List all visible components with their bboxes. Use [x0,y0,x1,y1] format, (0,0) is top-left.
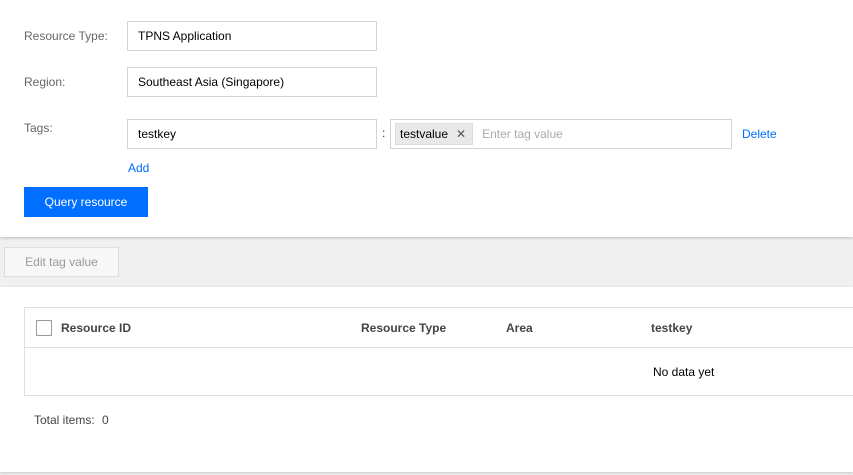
column-resource-id[interactable]: Resource ID [61,321,131,335]
region-label: Region: [24,75,66,89]
tag-key-field[interactable]: testkey [127,119,377,149]
tag-value-chip-label: testvalue [400,127,449,141]
total-items: Total items: 0 [34,413,109,427]
add-tag-link[interactable]: Add [128,161,149,175]
tag-value-chip: testvalue ✕ [395,123,474,145]
tags-label: Tags: [24,121,53,135]
query-panel: Resource Type: TPNS Application Region: … [0,0,853,237]
column-resource-type[interactable]: Resource Type [361,321,446,335]
delete-tag-link[interactable]: Delete [742,127,777,141]
results-panel: Resource ID Resource Type Area testkey N… [0,287,853,472]
tag-value-placeholder[interactable]: Enter tag value [482,127,563,141]
table-header: Resource ID Resource Type Area testkey [25,308,853,348]
resource-type-field[interactable]: TPNS Application [127,21,377,51]
empty-state-text: No data yet [653,365,715,379]
edit-tag-value-button[interactable]: Edit tag value [4,247,119,277]
query-resource-button[interactable]: Query resource [24,187,148,217]
select-all-checkbox[interactable] [36,320,52,336]
column-testkey[interactable]: testkey [651,321,692,335]
close-icon[interactable]: ✕ [456,127,466,141]
region-field[interactable]: Southeast Asia (Singapore) [127,67,377,97]
resource-type-label: Resource Type: [24,29,108,43]
resource-table: Resource ID Resource Type Area testkey N… [24,307,853,396]
total-items-label: Total items: [34,413,95,427]
tag-separator: : [382,126,386,140]
tag-value-field[interactable]: testvalue ✕ Enter tag value [390,119,732,149]
column-area[interactable]: Area [506,321,533,335]
total-items-count: 0 [102,413,109,427]
